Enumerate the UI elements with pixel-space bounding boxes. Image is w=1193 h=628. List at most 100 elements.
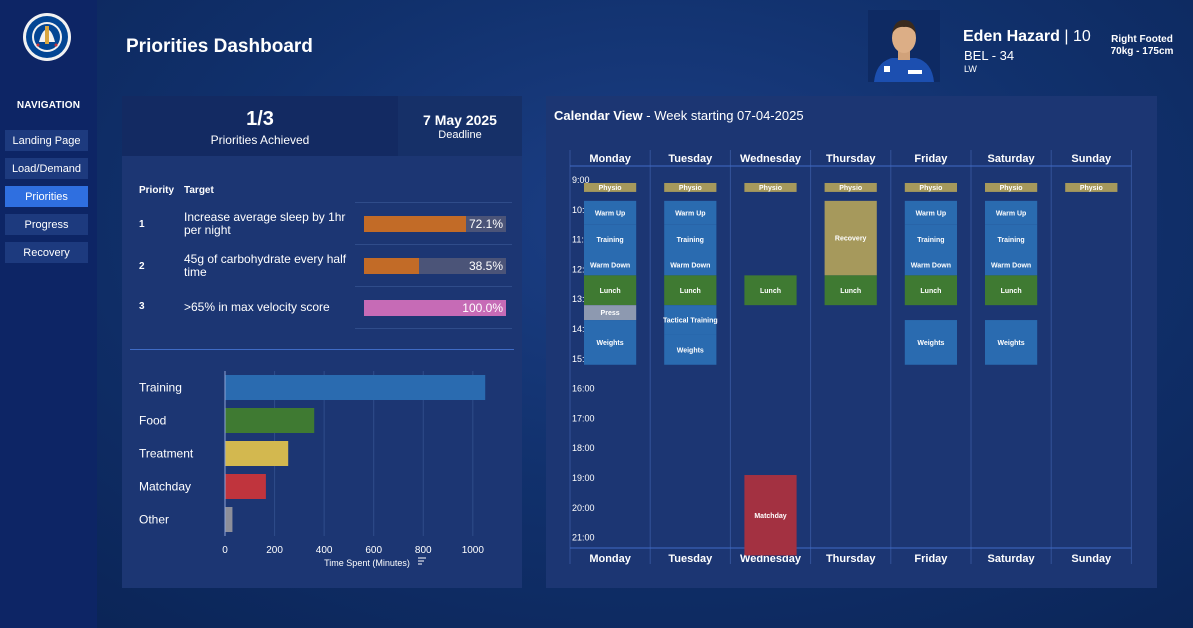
calendar-event-physio[interactable]: Physio (744, 182, 797, 192)
day-header: Wednesday (740, 153, 802, 165)
sidebar: NAVIGATION Landing Page Load/Demand Prio… (0, 0, 97, 628)
chelsea-crest-icon (23, 13, 71, 61)
event-label: Weights (917, 340, 944, 347)
priority-row: 3 >65% in max velocity score 100.0% (122, 288, 522, 330)
event-label: Matchday (754, 513, 786, 520)
x-tick-label: 200 (266, 545, 283, 556)
calendar-event-physio[interactable]: Physio (904, 182, 957, 192)
bar-matchday (225, 474, 266, 499)
calendar-event-training[interactable]: Training (985, 224, 1038, 255)
calendar-event-weights[interactable]: Weights (664, 334, 717, 365)
nav-landing-page[interactable]: Landing Page (5, 130, 88, 151)
priority-number: 1 (139, 219, 145, 230)
category-label: Training (139, 381, 182, 395)
day-footer: Friday (914, 553, 948, 565)
priorities-achieved-card: 1/3 Priorities Achieved (122, 96, 398, 156)
event-label: Weights (677, 347, 704, 354)
calendar-event-physio[interactable]: Physio (664, 182, 717, 192)
calendar-event-physio[interactable]: Physio (1065, 182, 1118, 192)
calendar-event-training[interactable]: Training (664, 224, 717, 255)
bar-treatment (225, 441, 289, 466)
priorities-achieved-label: Priorities Achieved (210, 133, 310, 147)
calendar-event-warm-up[interactable]: Warm Up (904, 200, 957, 225)
calendar-event-recovery[interactable]: Recovery (824, 200, 877, 276)
filter-icon[interactable] (418, 557, 426, 565)
event-label: Lunch (920, 288, 941, 295)
hour-label: 19:00 (572, 473, 595, 483)
x-axis-label: Time Spent (Minutes) (324, 558, 410, 568)
day-footer: Thursday (826, 553, 876, 565)
nav-recovery[interactable]: Recovery (5, 242, 88, 263)
day-header: Thursday (826, 153, 876, 165)
player-name: Eden Hazard | 10 (963, 28, 1091, 46)
nav-load-demand[interactable]: Load/Demand (5, 158, 88, 179)
x-tick-label: 0 (222, 545, 228, 556)
priority-target: Increase average sleep by 1hr per night (184, 210, 346, 237)
calendar-event-physio[interactable]: Physio (584, 182, 637, 192)
event-label: Physio (679, 185, 702, 192)
calendar-event-warm-down[interactable]: Warm Down (985, 254, 1038, 276)
calendar-event-weights[interactable]: Weights (985, 320, 1038, 365)
calendar-event-lunch[interactable]: Lunch (584, 275, 637, 306)
day-footer: Tuesday (668, 553, 713, 565)
day-footer: Monday (589, 553, 631, 565)
event-label: Warm Down (590, 262, 630, 269)
category-label: Other (139, 513, 169, 527)
calendar-event-warm-up[interactable]: Warm Up (985, 200, 1038, 225)
event-label: Physio (1080, 185, 1103, 192)
row-divider (355, 202, 512, 203)
event-label: Tactical Training (663, 318, 718, 325)
priority-progress-fill (364, 216, 467, 232)
deadline-value: 7 May 2025 (423, 112, 497, 128)
calendar-event-warm-up[interactable]: Warm Up (584, 200, 637, 225)
event-label: Lunch (680, 288, 701, 295)
day-footer: Sunday (1071, 553, 1112, 565)
calendar-event-lunch[interactable]: Lunch (904, 275, 957, 306)
calendar-event-lunch[interactable]: Lunch (824, 275, 877, 306)
event-label: Press (601, 310, 620, 317)
row-divider (355, 244, 512, 245)
calendar-event-lunch[interactable]: Lunch (664, 275, 717, 306)
calendar-event-warm-down[interactable]: Warm Down (904, 254, 957, 276)
event-label: Physio (919, 185, 942, 192)
calendar-event-warm-down[interactable]: Warm Down (584, 254, 637, 276)
event-label: Training (997, 237, 1024, 244)
calendar-event-tactical-training[interactable]: Tactical Training (663, 305, 718, 335)
hour-label: 16:00 (572, 384, 595, 394)
nav-priorities[interactable]: Priorities (5, 186, 88, 207)
calendar-event-weights[interactable]: Weights (584, 320, 637, 365)
x-tick-label: 1000 (462, 545, 485, 556)
calendar-event-physio[interactable]: Physio (985, 182, 1038, 192)
event-label: Lunch (760, 288, 781, 295)
event-label: Warm Up (996, 210, 1026, 217)
calendar-event-lunch[interactable]: Lunch (985, 275, 1038, 306)
bar-training (225, 375, 486, 400)
event-label: Warm Up (675, 210, 705, 217)
calendar-event-weights[interactable]: Weights (904, 320, 957, 365)
deadline-card: 7 May 2025 Deadline (398, 96, 522, 156)
calendar-event-lunch[interactable]: Lunch (744, 275, 797, 306)
player-photo-icon (868, 10, 940, 82)
event-label: Weights (597, 340, 624, 347)
calendar-event-press[interactable]: Press (584, 305, 637, 321)
calendar-event-warm-down[interactable]: Warm Down (664, 254, 717, 276)
priorities-achieved-value: 1/3 (246, 108, 274, 130)
calendar-event-physio[interactable]: Physio (824, 182, 877, 192)
priority-progress-fill (364, 258, 419, 274)
event-label: Warm Up (595, 210, 625, 217)
bar-other (225, 507, 233, 532)
calendar-event-training[interactable]: Training (904, 224, 957, 255)
hour-label: 17:00 (572, 413, 595, 423)
hour-label: 21:00 (572, 533, 595, 543)
event-label: Warm Down (670, 262, 710, 269)
nav-progress[interactable]: Progress (5, 214, 88, 235)
hour-label: 20:00 (572, 503, 595, 513)
calendar-event-training[interactable]: Training (584, 224, 637, 255)
event-label: Weights (998, 340, 1025, 347)
calendar-event-warm-up[interactable]: Warm Up (664, 200, 717, 225)
priority-progress-track: 72.1% (364, 216, 506, 232)
calendar-event-matchday[interactable]: Matchday (744, 475, 797, 556)
player-size: 70kg - 175cm (1110, 46, 1174, 57)
priority-row: 2 45g of carbohydrate every half time 38… (122, 246, 522, 288)
calendar-panel: Calendar View - Week starting 07-04-2025… (546, 96, 1157, 588)
